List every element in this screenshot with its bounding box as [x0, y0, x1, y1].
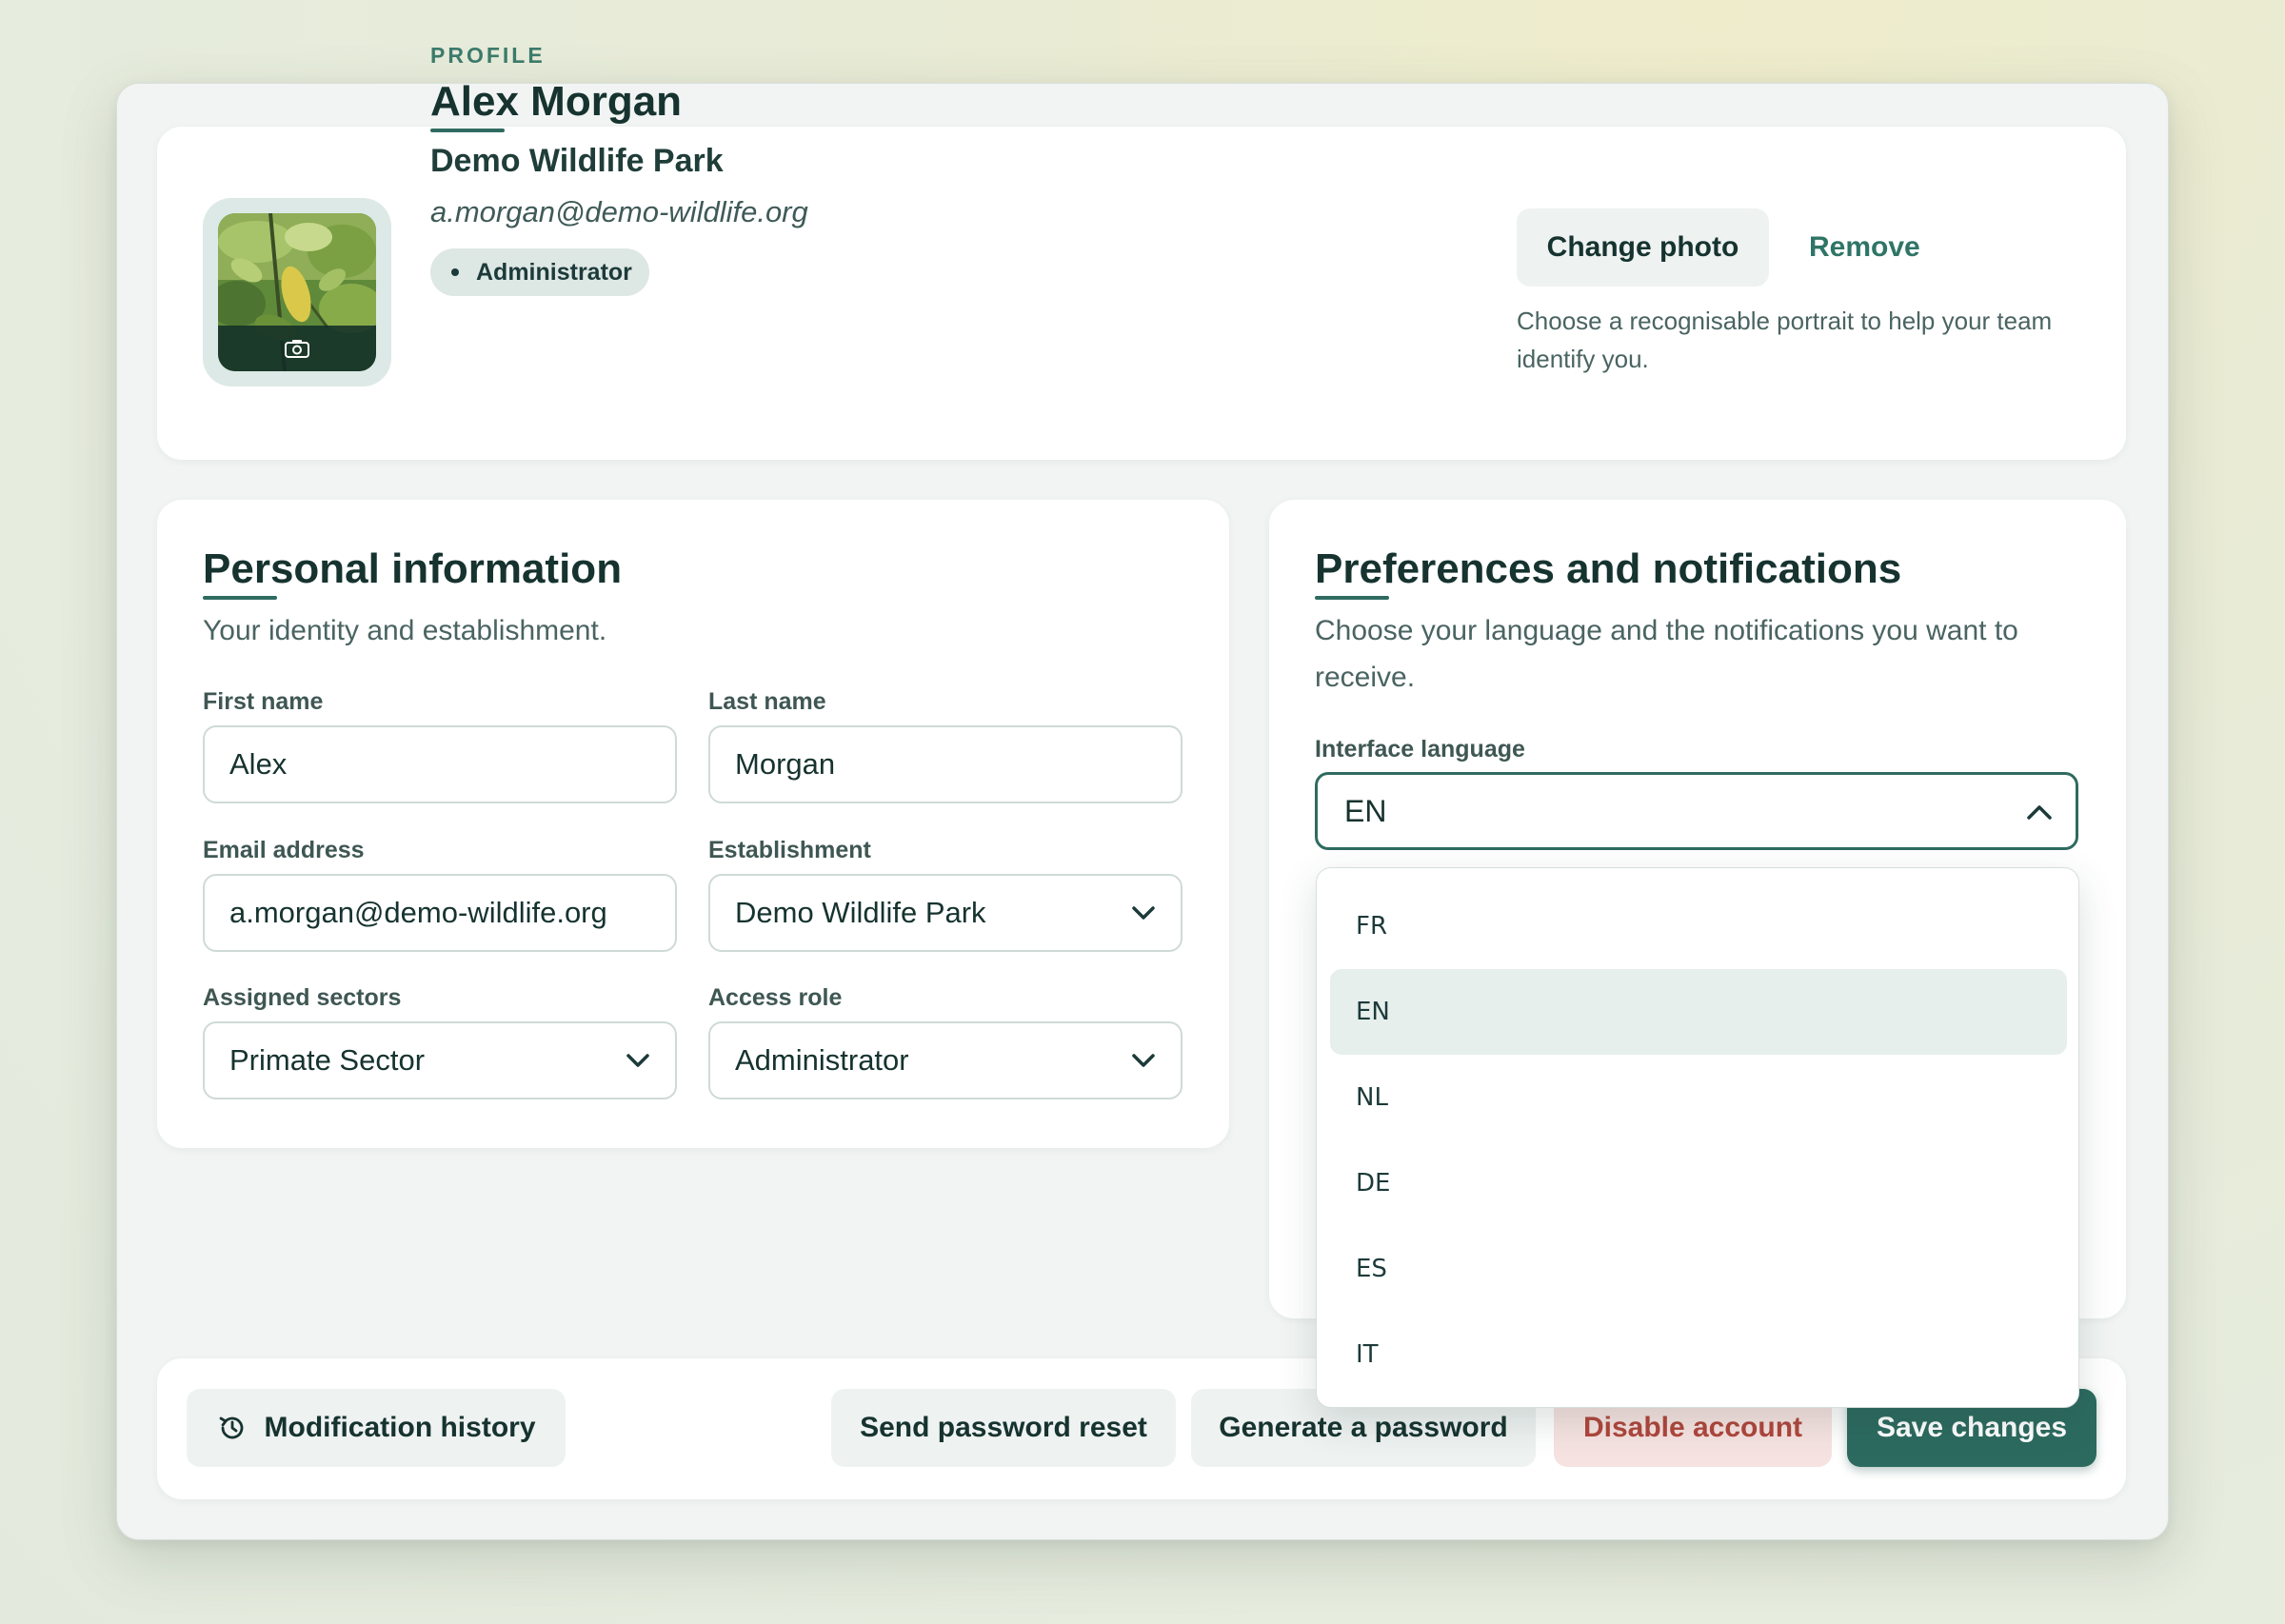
title-underline: [203, 596, 277, 600]
last-name-label: Last name: [708, 688, 826, 715]
title-underline: [1315, 596, 1389, 600]
change-photo-button[interactable]: Change photo: [1517, 208, 1769, 287]
role-badge-label: Administrator: [476, 258, 632, 286]
profile-organization: Demo Wildlife Park: [430, 143, 724, 179]
chevron-up-icon: [2027, 805, 2052, 820]
personal-title: Personal information: [203, 545, 623, 592]
last-name-field[interactable]: [708, 725, 1182, 803]
role-badge: Administrator: [430, 248, 649, 296]
language-option-it[interactable]: IT: [1330, 1312, 2067, 1397]
establishment-label: Establishment: [708, 837, 871, 863]
chevron-down-icon: [1132, 1054, 1155, 1067]
language-dropdown: FR EN NL DE ES IT: [1316, 867, 2079, 1408]
modification-history-button[interactable]: Modification history: [187, 1389, 566, 1467]
email-field[interactable]: [203, 874, 677, 952]
language-value: EN: [1344, 793, 1387, 828]
badge-dot: [451, 268, 459, 276]
language-option-fr[interactable]: FR: [1330, 883, 2067, 969]
personal-subtitle: Your identity and establishment.: [203, 615, 607, 646]
language-option-nl[interactable]: NL: [1330, 1055, 2067, 1140]
camera-icon: [285, 340, 309, 358]
avatar[interactable]: [203, 198, 391, 386]
language-option-de[interactable]: DE: [1330, 1140, 2067, 1226]
history-icon: [219, 1416, 243, 1439]
email-label: Email address: [203, 837, 365, 863]
language-option-es[interactable]: ES: [1330, 1226, 2067, 1312]
establishment-select[interactable]: Demo Wildlife Park: [708, 874, 1182, 952]
role-label: Access role: [708, 984, 843, 1011]
sectors-label: Assigned sectors: [203, 984, 402, 1011]
sectors-select[interactable]: Primate Sector: [203, 1021, 677, 1099]
preferences-title: Preferences and notifications: [1315, 545, 1902, 592]
preferences-subtitle: Choose your language and the notificatio…: [1315, 615, 2018, 693]
remove-photo-button[interactable]: Remove: [1795, 208, 1985, 287]
chevron-down-icon: [626, 1054, 649, 1067]
role-select[interactable]: Administrator: [708, 1021, 1182, 1099]
chevron-down-icon: [1132, 906, 1155, 920]
modification-history-label: Modification history: [264, 1412, 536, 1443]
avatar-photo[interactable]: [218, 213, 376, 371]
first-name-label: First name: [203, 688, 324, 715]
language-label: Interface language: [1315, 736, 1525, 762]
send-password-reset-button[interactable]: Send password reset: [831, 1389, 1176, 1467]
sectors-value: Primate Sector: [229, 1043, 426, 1077]
avatar-upload-overlay[interactable]: [218, 326, 376, 371]
section-eyebrow: PROFILE: [430, 43, 546, 68]
profile-email: a.morgan@demo-wildlife.org: [430, 195, 808, 228]
language-select[interactable]: EN: [1315, 772, 2078, 850]
establishment-value: Demo Wildlife Park: [735, 896, 986, 929]
profile-name: Alex Morgan: [430, 78, 683, 125]
first-name-field[interactable]: [203, 725, 677, 803]
role-value: Administrator: [735, 1043, 909, 1077]
language-option-en[interactable]: EN: [1330, 969, 2067, 1055]
photo-hint: Choose a recognisable portrait to help y…: [1517, 307, 2053, 373]
name-underline: [430, 129, 505, 132]
